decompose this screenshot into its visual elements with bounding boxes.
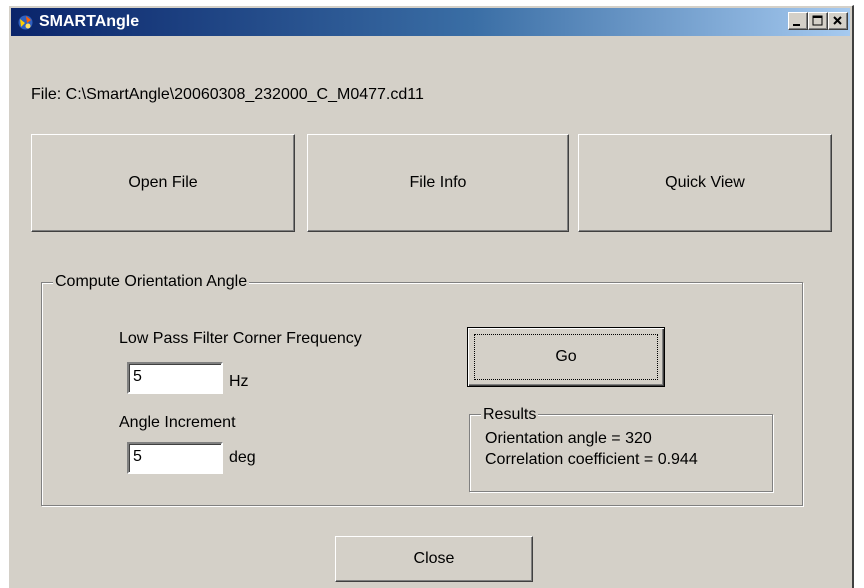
open-file-button[interactable]: Open File: [31, 134, 295, 232]
close-button[interactable]: Close: [335, 536, 533, 582]
file-path-label: File: C:\SmartAngle\20060308_232000_C_M0…: [31, 86, 424, 103]
results-group-title: Results: [481, 406, 539, 424]
lowpass-frequency-input[interactable]: 5: [127, 362, 223, 394]
title-bar[interactable]: SMARTAngle: [11, 8, 850, 36]
correlation-coefficient-result: Correlation coefficient = 0.944: [485, 451, 698, 468]
lowpass-unit-label: Hz: [229, 373, 249, 390]
window-title: SMARTAngle: [39, 13, 140, 30]
close-window-button[interactable]: [828, 12, 848, 30]
angle-increment-input[interactable]: 5: [127, 442, 223, 474]
angle-increment-label: Angle Increment: [119, 414, 236, 431]
lowpass-frequency-label: Low Pass Filter Corner Frequency: [119, 330, 362, 347]
quick-view-button[interactable]: Quick View: [578, 134, 832, 232]
go-button[interactable]: Go: [467, 327, 665, 387]
minimize-button[interactable]: [788, 12, 808, 30]
maximize-button[interactable]: [808, 12, 828, 30]
close-icon: [833, 16, 842, 25]
angle-unit-label: deg: [229, 449, 256, 466]
focus-rectangle: [474, 334, 658, 380]
smartangle-app-icon: [17, 14, 34, 31]
orientation-angle-result: Orientation angle = 320: [485, 430, 652, 447]
minimize-icon: [793, 24, 800, 26]
maximize-icon: [812, 15, 823, 26]
file-info-button[interactable]: File Info: [307, 134, 569, 232]
compute-orientation-group-title: Compute Orientation Angle: [53, 273, 250, 291]
app-window: SMARTAngle File: C:\SmartAngle\20060308_…: [8, 5, 854, 588]
